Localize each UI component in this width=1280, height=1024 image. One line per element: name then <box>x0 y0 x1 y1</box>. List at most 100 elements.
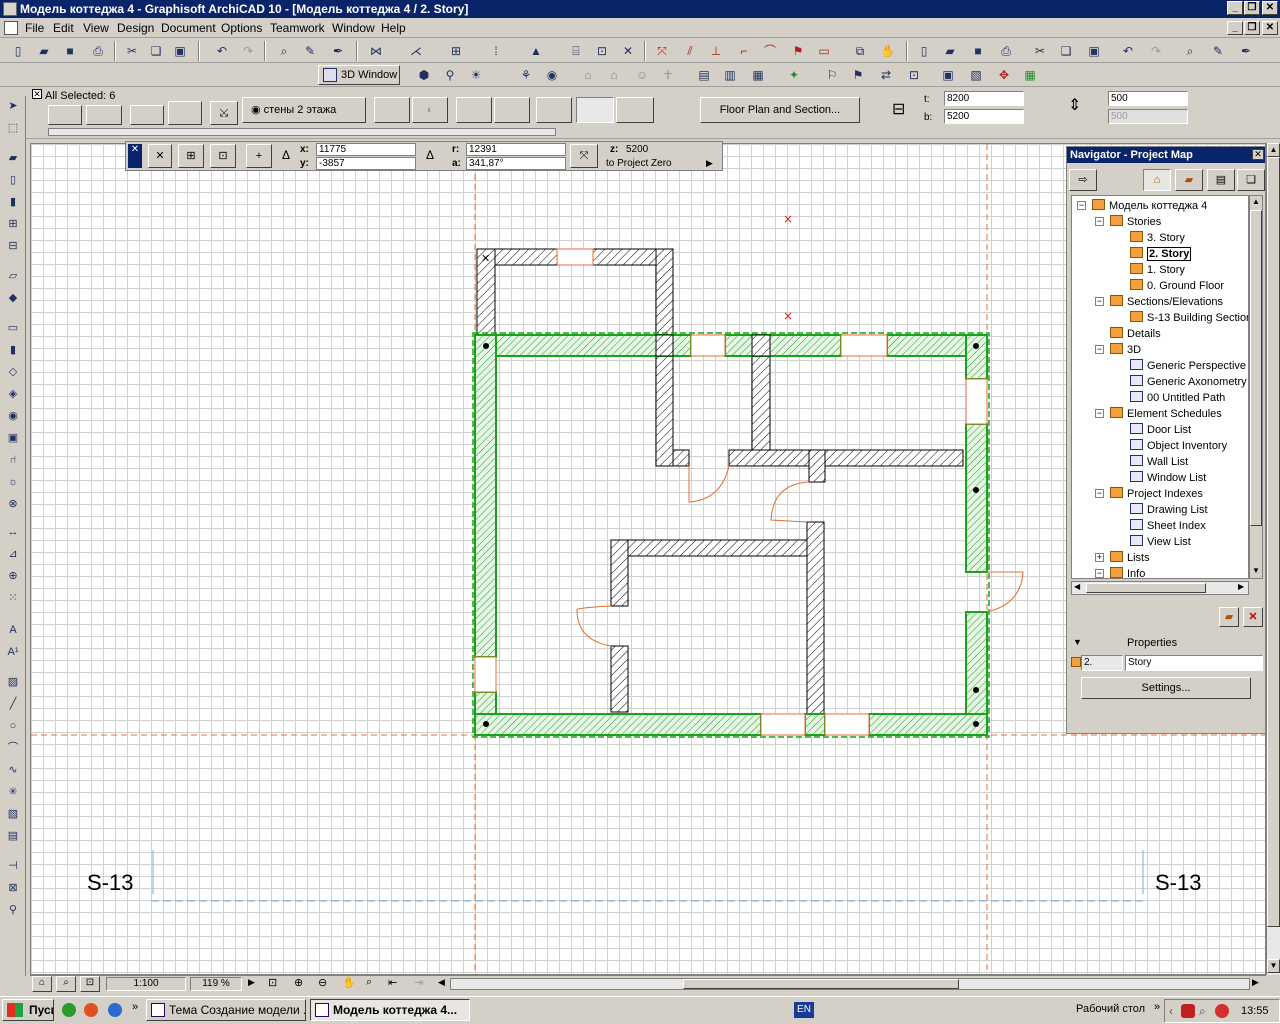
suspend-group-icon[interactable]: ✋ <box>878 41 898 61</box>
walk-icon[interactable]: ⚘ <box>516 65 536 85</box>
shell-tool-icon[interactable]: ◈ <box>3 384 23 404</box>
mesh-tool-icon[interactable]: ◇ <box>3 362 23 382</box>
fit-window-icon[interactable]: ⌕ <box>366 976 372 989</box>
floor-plan-and-section-button[interactable]: Floor Plan and Section... <box>700 97 860 123</box>
print-icon[interactable]: ⎙ <box>88 41 108 61</box>
close-x-icon[interactable]: ✕ <box>618 41 638 61</box>
layout-copy-icon[interactable]: ❏ <box>1056 41 1076 61</box>
doc-restore-button[interactable]: ❐ <box>1244 21 1260 35</box>
reference-line-button[interactable]: ⤩ <box>210 101 238 125</box>
release-icon[interactable]: ⚑ <box>848 65 868 85</box>
layout-paste-icon[interactable]: ▣ <box>1084 41 1104 61</box>
render-window-icon[interactable]: ▧ <box>966 65 986 85</box>
tree-item[interactable]: Door List <box>1130 422 1191 438</box>
desktop-toolbar-label[interactable]: Рабочий стол <box>1076 1003 1145 1015</box>
eraser-button[interactable] <box>130 105 164 125</box>
layout-new-icon[interactable]: ▯ <box>914 41 934 61</box>
fill-tool-icon[interactable]: ▨ <box>3 672 23 692</box>
collapse-icon[interactable]: − <box>1095 489 1104 498</box>
doc-minimize-button[interactable]: _ <box>1227 21 1243 35</box>
redo-icon[interactable]: ↷ <box>238 41 258 61</box>
object-tool-icon[interactable]: ◉ <box>3 406 23 426</box>
column-tool-icon[interactable]: ▮ <box>3 340 23 360</box>
arrow-tool-icon[interactable]: ➤ <box>3 96 23 116</box>
quicklaunch-icon-2[interactable] <box>84 1003 98 1017</box>
tree-item[interactable]: Details <box>1110 326 1161 342</box>
tree-item[interactable]: Element Schedules <box>1110 406 1222 422</box>
radial-dimension-icon[interactable]: ⁙ <box>3 588 23 608</box>
tree-item[interactable]: Модель коттеджа 4 <box>1092 198 1207 214</box>
spline-tool-icon[interactable]: ∿ <box>3 760 23 780</box>
tree-item[interactable]: Sheet Index <box>1130 518 1206 534</box>
layer-combo-icon[interactable]: ▥ <box>720 65 740 85</box>
fill-button[interactable] <box>456 97 492 123</box>
tree-item[interactable]: S-13 Building Section <box>1130 310 1248 326</box>
quicklaunch-icon-3[interactable] <box>108 1003 122 1017</box>
elevation-dimension-icon[interactable]: ⊕ <box>3 566 23 586</box>
settings-button[interactable]: Settings... <box>1081 677 1251 699</box>
tree-item[interactable]: Project Indexes <box>1110 486 1203 502</box>
wall-end-button[interactable] <box>616 97 654 123</box>
snap-grid-button[interactable]: ⊡ <box>210 144 236 168</box>
active-layer-icon[interactable]: ▦ <box>748 65 768 85</box>
hscroll-right-icon[interactable]: ▶ <box>1252 977 1259 988</box>
skylight-tool-icon[interactable]: ▣ <box>3 428 23 448</box>
tree-item[interactable]: Window List <box>1130 470 1206 486</box>
view-scale-icon[interactable]: ⌂ <box>32 976 52 992</box>
geometry-method-button[interactable] <box>86 105 122 125</box>
find-icon[interactable]: ⌕ <box>274 41 294 61</box>
eyedropper-icon[interactable]: ✎ <box>300 41 320 61</box>
reserve-icon[interactable]: ⚐ <box>822 65 842 85</box>
undo-icon[interactable]: ↶ <box>212 41 232 61</box>
next-zoom-icon[interactable]: ⇥ <box>414 976 423 989</box>
teamwork-icon[interactable]: ✦ <box>784 65 804 85</box>
door-tool-icon[interactable]: ▯ <box>3 170 23 190</box>
collapse-icon[interactable]: − <box>1095 409 1104 418</box>
grid-snap-icon[interactable]: ⊞ <box>446 41 466 61</box>
figure-tool-icon[interactable]: ▧ <box>3 804 23 824</box>
camera-tool-icon[interactable]: ⚲ <box>3 900 23 920</box>
marquee-tool-icon[interactable]: ⬚ <box>3 118 23 138</box>
desktop-more-icon[interactable]: » <box>1154 1001 1160 1013</box>
circle-tool-icon[interactable]: ○ <box>3 716 23 736</box>
tree-item[interactable]: 3D <box>1110 342 1141 358</box>
grid-tool-icon[interactable]: ⊞ <box>3 214 23 234</box>
tree-vertical-scrollbar[interactable]: ▲ ▼ <box>1249 195 1263 579</box>
doc-close-button[interactable]: ✕ <box>1262 21 1278 35</box>
cut-icon[interactable]: ✂ <box>122 41 142 61</box>
scroll-right-icon[interactable]: ▶ <box>1238 582 1244 591</box>
layout-book-tab-icon[interactable]: ▤ <box>1207 169 1235 191</box>
navigator-open-icon[interactable]: ⇨ <box>1069 169 1097 191</box>
height-field[interactable]: 500 <box>1108 91 1188 106</box>
save-icon[interactable]: ■ <box>60 41 80 61</box>
search-icon[interactable]: ⌕ <box>1199 1004 1206 1019</box>
tree-horizontal-scrollbar[interactable]: ◀ ▶ <box>1071 581 1249 595</box>
figure-icon[interactable]: ☥ <box>658 65 678 85</box>
wall-type-button[interactable] <box>168 101 202 125</box>
window-tool-icon[interactable]: ▮ <box>3 192 23 212</box>
tray-app-icon[interactable] <box>1215 1004 1229 1018</box>
grid-color-icon[interactable]: ▦ <box>1020 65 1040 85</box>
start-button[interactable]: Пуск <box>2 999 54 1021</box>
camera-icon[interactable]: ⚲ <box>440 65 460 85</box>
h-scroll-thumb[interactable] <box>1086 583 1206 593</box>
relative-button[interactable]: + <box>246 144 272 168</box>
coord-close-icon[interactable]: ✕ <box>128 144 142 168</box>
layout-print-icon[interactable]: ⎙ <box>996 41 1016 61</box>
layout-find-icon[interactable]: ⌕ <box>1180 41 1200 61</box>
delete-icon[interactable]: ✕ <box>1243 607 1263 627</box>
menu-design[interactable]: Design <box>117 21 154 35</box>
r-field[interactable]: 12391 <box>466 143 566 156</box>
construction-grid-icon[interactable]: ⁞ <box>486 41 506 61</box>
collapse-icon[interactable]: − <box>1095 345 1104 354</box>
story-name-field[interactable]: Story <box>1125 655 1263 671</box>
menu-edit[interactable]: Edit <box>53 21 74 35</box>
tree-item[interactable]: Drawing List <box>1130 502 1208 518</box>
previous-zoom-icon[interactable]: ⇤ <box>388 976 397 989</box>
publisher-tab-icon[interactable]: ❏ <box>1237 169 1265 191</box>
layout-cut-icon[interactable]: ✂ <box>1030 41 1050 61</box>
render-icon[interactable]: ◉ <box>542 65 562 85</box>
wall-flip-button[interactable] <box>576 97 614 123</box>
info-box-close-icon[interactable]: ✕ <box>32 89 42 99</box>
navigator-close-icon[interactable]: ✕ <box>1252 149 1264 160</box>
